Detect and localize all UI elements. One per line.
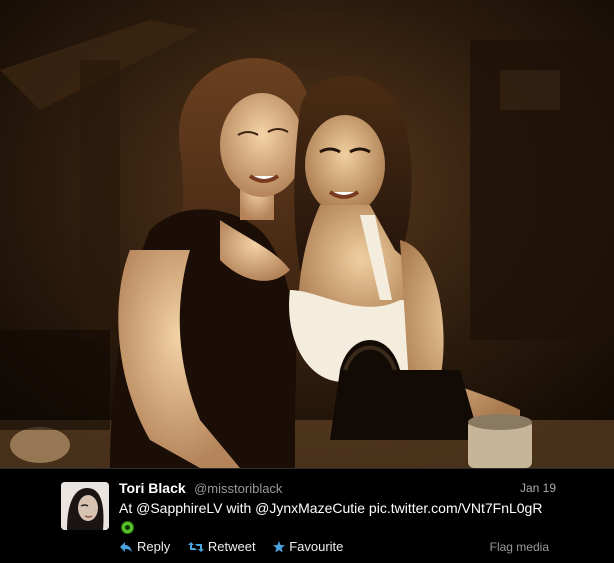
retweet-icon [187, 541, 204, 552]
user-name[interactable]: Tori Black [119, 480, 186, 496]
reply-button[interactable]: Reply [119, 539, 170, 554]
avatar-image [61, 482, 109, 530]
flag-media-link[interactable]: Flag media [490, 540, 549, 554]
tweet-media-viewer: Tori Black @misstoriblack Jan 19 At @Sap… [0, 0, 614, 563]
tweet-text: At @SapphireLV with @JynxMazeCutie pic.t… [119, 500, 543, 516]
tweet-photo[interactable] [0, 0, 614, 468]
reply-icon [120, 541, 132, 552]
retweet-button[interactable]: Retweet [187, 539, 256, 554]
avatar[interactable] [61, 482, 109, 530]
tweet-header: Tori Black @misstoriblack Jan 19 [119, 480, 556, 498]
retweet-label: Retweet [207, 539, 256, 554]
tweet-actions: Reply Retweet Favourite [119, 539, 357, 556]
reply-label: Reply [137, 539, 171, 554]
tweet-date[interactable]: Jan 19 [520, 481, 556, 495]
green-circle-icon [121, 520, 134, 534]
star-icon [273, 540, 286, 552]
tweet-text-block: At @SapphireLV with @JynxMazeCutie pic.t… [119, 499, 569, 535]
photo-illustration [0, 0, 614, 468]
tweet-details-panel: Tori Black @misstoriblack Jan 19 At @Sap… [0, 468, 614, 563]
favourite-button[interactable]: Favourite [273, 539, 343, 554]
user-handle[interactable]: @misstoriblack [194, 481, 282, 496]
favourite-label: Favourite [289, 539, 344, 554]
